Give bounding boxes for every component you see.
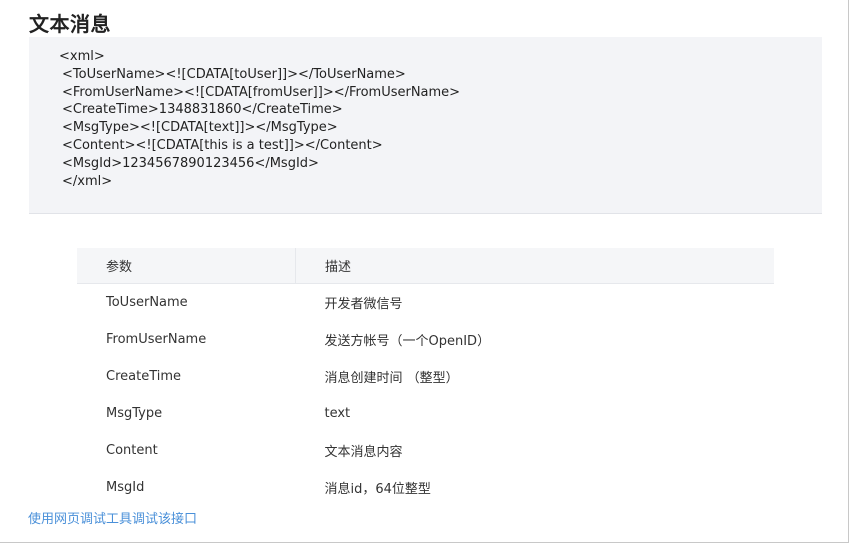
table-row: FromUserName 发送方帐号（一个OpenID）: [77, 321, 774, 358]
parameter-table: 参数 描述 ToUserName 开发者微信号 FromUserName 发送方…: [77, 248, 774, 506]
section-title: 文本消息: [29, 12, 111, 36]
code-line: <MsgId>1234567890123456</MsgId>: [62, 155, 319, 171]
code-line: <Content><![CDATA[this is a test]]></Con…: [62, 137, 383, 153]
table-header-row: 参数 描述: [77, 248, 774, 284]
param-name-cell: CreateTime: [106, 369, 182, 384]
code-line: <FromUserName><![CDATA[fromUser]]></From…: [62, 84, 461, 100]
debug-tool-link[interactable]: 使用网页调试工具调试该接口: [28, 508, 197, 527]
code-line: <ToUserName><![CDATA[toUser]]></ToUserNa…: [62, 66, 406, 82]
column-header-param: 参数: [77, 248, 296, 284]
table-row: MsgType text: [77, 395, 774, 432]
param-name-cell: FromUserName: [106, 332, 207, 347]
code-line: <MsgType><![CDATA[text]]></MsgType>: [62, 120, 338, 136]
param-desc-cell: 开发者微信号: [324, 297, 403, 312]
param-desc-cell: 文本消息内容: [324, 445, 403, 460]
code-line: </xml>: [62, 173, 113, 189]
param-desc-cell: text: [324, 406, 351, 421]
param-desc-cell: 消息id，64位整型: [324, 482, 431, 497]
column-header-description: 描述: [295, 248, 774, 284]
param-name-cell: MsgType: [106, 406, 163, 421]
param-name-cell: ToUserName: [106, 295, 188, 310]
table-row: CreateTime 消息创建时间 （整型）: [77, 358, 774, 395]
param-desc-cell: 发送方帐号（一个OpenID）: [324, 334, 491, 349]
code-line: <xml>: [59, 49, 105, 64]
xml-code-block: <xml> <ToUserName><![CDATA[toUser]]></To…: [29, 37, 822, 214]
param-desc-cell: 消息创建时间 （整型）: [324, 371, 459, 386]
param-name-cell: Content: [106, 443, 158, 458]
table-row: MsgId 消息id，64位整型: [77, 469, 774, 506]
code-line: <CreateTime>1348831860</CreateTime>: [62, 102, 343, 118]
param-name-cell: MsgId: [106, 480, 145, 495]
table-row: ToUserName 开发者微信号: [77, 284, 774, 322]
table-row: Content 文本消息内容: [77, 432, 774, 469]
